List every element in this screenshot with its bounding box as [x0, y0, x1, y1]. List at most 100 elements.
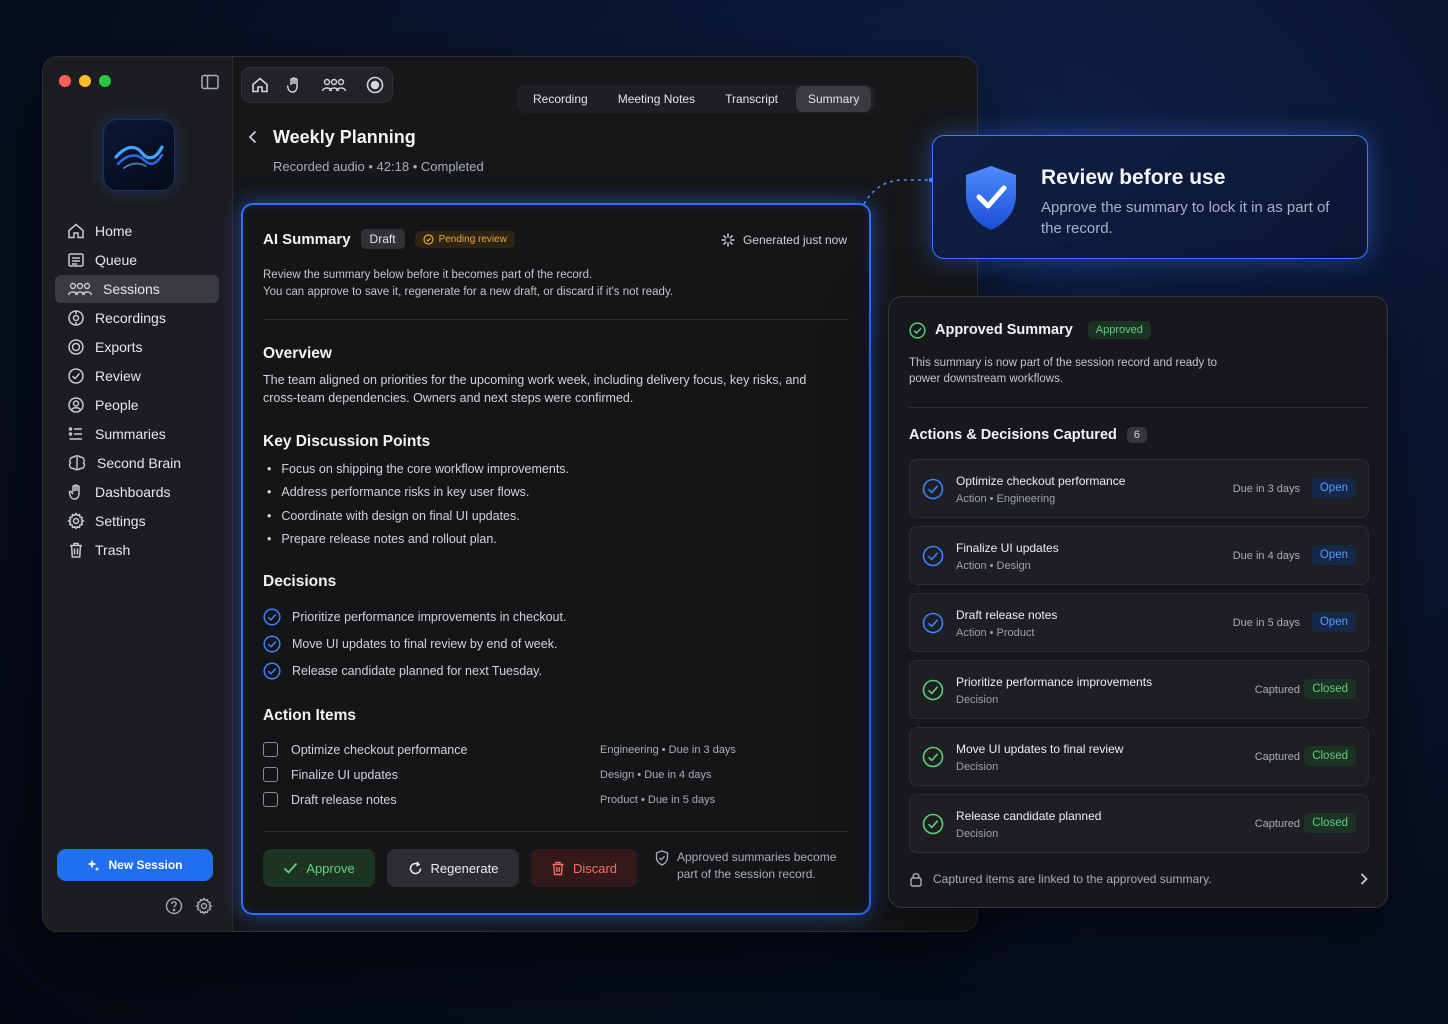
list-item[interactable]: Draft release notes Action • Product Due… [909, 593, 1369, 652]
sidebar-item-dashboards[interactable]: Dashboards [55, 478, 219, 506]
action-checkbox[interactable] [263, 742, 278, 757]
decision-text: Move UI updates to final review by end o… [292, 636, 558, 651]
check-circle-icon [922, 813, 944, 835]
sidebar-footer [165, 897, 213, 915]
item-title: Move UI updates to final review [956, 742, 1124, 756]
item-due: Captured [1254, 818, 1300, 830]
settings-gear-icon[interactable] [195, 897, 213, 915]
intro-line: You can approve to save it, regenerate f… [263, 286, 674, 298]
check-circle-icon [68, 368, 84, 384]
action-items-list: Optimize checkout performance Engineerin… [263, 737, 743, 812]
back-chevron-icon[interactable] [247, 129, 259, 145]
sidebar-item-queue[interactable]: Queue [55, 246, 219, 274]
chevron-right-icon[interactable] [1359, 872, 1369, 886]
decisions-list: Prioritize performance improvements in c… [263, 603, 566, 684]
item-due: Captured [1254, 751, 1300, 763]
sidebar-item-home[interactable]: Home [55, 217, 219, 245]
action-items-heading: Action Items [263, 707, 357, 724]
captured-items-list: Optimize checkout performance Action • E… [909, 459, 1369, 861]
sidebar-item-settings[interactable]: Settings [55, 507, 219, 535]
action-item: Finalize UI updates Design • Due in 4 da… [263, 762, 743, 787]
help-icon[interactable] [165, 897, 183, 915]
checkmark-icon [284, 862, 298, 874]
sidebar-item-review[interactable]: Review [55, 362, 219, 390]
discard-button[interactable]: Discard [531, 849, 637, 887]
check-circle-icon [922, 545, 944, 567]
check-circle-icon [263, 634, 281, 653]
sidebar-item-label: Summaries [95, 426, 166, 442]
tab-recording[interactable]: Recording [521, 86, 600, 112]
callout-connector [863, 177, 934, 205]
app-logo [103, 119, 175, 191]
sidebar-item-label: Review [95, 368, 141, 384]
review-callout: Review before use Approve the summary to… [932, 135, 1368, 259]
action-item: Optimize checkout performance Engineerin… [263, 737, 743, 762]
decisions-heading: Decisions [263, 573, 337, 590]
close-window-button[interactable] [59, 75, 71, 87]
item-subtitle: Action • Product [956, 627, 1035, 639]
list-item[interactable]: Move UI updates to final review Decision… [909, 727, 1369, 786]
approve-label: Approve [306, 860, 355, 876]
divider [263, 319, 849, 320]
list-item: Prioritize performance improvements in c… [263, 603, 566, 630]
sidebar-item-label: Exports [95, 339, 143, 355]
list-item[interactable]: Finalize UI updates Action • Design Due … [909, 526, 1369, 585]
clock-check-icon [422, 233, 434, 245]
tab-transcript[interactable]: Transcript [713, 86, 790, 112]
panel-intro: This summary is now part of the session … [909, 357, 1218, 385]
shield-check-icon [966, 166, 1016, 230]
record-icon[interactable] [366, 76, 384, 94]
sidebar-item-label: Dashboards [95, 484, 171, 500]
hand-icon[interactable] [286, 76, 302, 94]
action-checkbox[interactable] [263, 767, 278, 782]
discard-label: Discard [572, 860, 618, 876]
action-label: Finalize UI updates [291, 767, 399, 782]
sparkle-icon [87, 859, 100, 871]
sidebar-item-summaries[interactable]: Summaries [55, 420, 219, 448]
home-icon[interactable] [251, 76, 269, 94]
approve-button[interactable]: Approve [263, 849, 375, 887]
ai-summary-card: AI Summary Draft Pending review Generate… [241, 203, 871, 915]
sidebar-item-second-brain[interactable]: Second Brain [55, 449, 219, 477]
sidebar-item-trash[interactable]: Trash [55, 536, 219, 564]
sidebar-toggle-icon[interactable] [201, 74, 219, 90]
minimize-window-button[interactable] [79, 75, 91, 87]
sidebar-item-label: Sessions [103, 281, 160, 297]
check-circle-icon [922, 679, 944, 701]
list-item[interactable]: Release candidate planned Decision Captu… [909, 794, 1369, 853]
loading-spinner-icon [721, 233, 735, 247]
key-points-heading: Key Discussion Points [263, 433, 431, 450]
tab-meeting-notes[interactable]: Meeting Notes [606, 86, 707, 112]
people-group-icon[interactable] [319, 76, 349, 94]
captured-header: Actions & Decisions Captured 6 [909, 427, 1147, 443]
regenerate-label: Regenerate [430, 860, 499, 876]
generated-label: Generated just now [742, 233, 847, 247]
sidebar-item-recordings[interactable]: Recordings [55, 304, 219, 332]
page-subtitle: Recorded audio • 42:18 • Completed [273, 159, 484, 174]
list-item: Focus on shipping the core workflow impr… [267, 457, 569, 481]
queue-icon [68, 253, 84, 267]
shield-check-icon [655, 850, 669, 866]
check-circle-icon [263, 607, 281, 626]
person-icon [68, 397, 84, 413]
panel-footer[interactable]: Captured items are linked to the approve… [909, 871, 1369, 887]
sidebar-item-exports[interactable]: Exports [55, 333, 219, 361]
sidebar-item-label: Recordings [95, 310, 166, 326]
status-badge: Open [1311, 612, 1356, 632]
list-item: Prepare release notes and rollout plan. [267, 528, 569, 552]
new-session-button[interactable]: New Session [57, 849, 213, 881]
sidebar-item-people[interactable]: People [55, 391, 219, 419]
brain-icon [68, 455, 86, 471]
maximize-window-button[interactable] [99, 75, 111, 87]
tab-summary[interactable]: Summary [795, 86, 872, 112]
sidebar-item-sessions[interactable]: Sessions [55, 275, 219, 303]
home-icon [68, 223, 84, 239]
trash-icon [70, 542, 82, 558]
window-controls [59, 75, 111, 87]
trash-icon [552, 861, 564, 875]
list-item[interactable]: Prioritize performance improvements Deci… [909, 660, 1369, 719]
action-checkbox[interactable] [263, 792, 278, 807]
list-item[interactable]: Optimize checkout performance Action • E… [909, 459, 1369, 518]
regenerate-button[interactable]: Regenerate [387, 849, 519, 887]
action-label: Optimize checkout performance [291, 742, 468, 757]
